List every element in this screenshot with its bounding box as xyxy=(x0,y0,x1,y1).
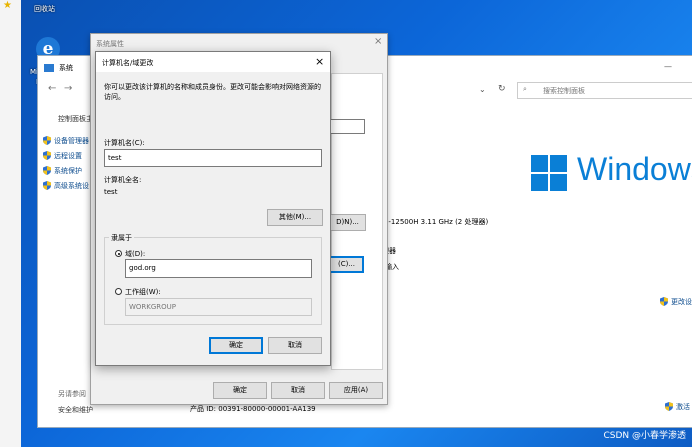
minimize-icon[interactable]: — xyxy=(664,62,672,71)
ok-button[interactable]: 确定 xyxy=(209,337,263,354)
sidebar-item-label: 远程设置 xyxy=(54,152,82,160)
computer-name-input[interactable]: test xyxy=(104,149,322,167)
product-id: 产品 ID: 00391-80000-00001-AA139 xyxy=(190,405,316,413)
activate-link[interactable]: 激活 xyxy=(665,402,690,412)
back-arrow-icon[interactable]: ← xyxy=(48,83,56,94)
sidebar-item-remote[interactable]: 远程设置 xyxy=(43,151,82,161)
cpu-info: i5-12500H 3.11 GHz (2 处理器) xyxy=(382,218,489,226)
sidebar-item-advanced[interactable]: 高级系统设 xyxy=(43,181,89,191)
forward-arrow-icon[interactable]: → xyxy=(64,83,72,94)
security-link[interactable]: 安全和维护 xyxy=(58,405,93,415)
change-button[interactable]: (C)... xyxy=(329,256,364,273)
windows-logo-icon xyxy=(531,155,568,191)
shield-icon xyxy=(665,402,673,411)
search-placeholder: 搜索控制面板 xyxy=(543,87,585,95)
computer-name-dialog: 计算机名/域更改 × 你可以更改该计算机的名称和成员身份。更改可能会影响对网络资… xyxy=(95,51,331,366)
description-field[interactable] xyxy=(329,119,365,134)
domain-radio[interactable] xyxy=(115,250,122,257)
sysprops-ok-button[interactable]: 确定 xyxy=(213,382,267,399)
full-name-label: 计算机全名: xyxy=(104,176,142,184)
shield-icon xyxy=(43,166,51,175)
watermark-text: CSDN @小春学渗透 xyxy=(603,431,686,441)
sidebar-item-protection[interactable]: 系统保护 xyxy=(43,166,82,176)
sysprops-apply-button[interactable]: 应用(A) xyxy=(329,382,383,399)
refresh-icon[interactable]: ↻ xyxy=(498,84,506,94)
windows-brand-text: Windows xyxy=(577,151,692,187)
domain-label: 域(D): xyxy=(125,250,146,258)
system-window-title: 系统 xyxy=(59,64,73,72)
close-icon[interactable]: × xyxy=(315,55,324,68)
sidebar-item-device-manager[interactable]: 设备管理器 xyxy=(43,136,89,146)
see-also-label: 另请参阅 xyxy=(58,390,86,398)
sidebar-item-label: 设备管理器 xyxy=(54,137,89,145)
workgroup-radio[interactable] xyxy=(115,288,122,295)
star-icon: ★ xyxy=(3,0,12,11)
dialog-title: 计算机名/域更改 xyxy=(102,59,154,67)
workgroup-label: 工作组(W): xyxy=(125,288,161,296)
full-name-value: test xyxy=(104,188,118,196)
sysprops-cancel-button[interactable]: 取消 xyxy=(271,382,325,399)
member-of-label: 隶属于 xyxy=(109,233,134,243)
shield-icon xyxy=(43,136,51,145)
change-settings-label: 更改设 xyxy=(671,298,692,306)
more-button[interactable]: 其他(M)... xyxy=(267,209,323,226)
recycle-bin-label[interactable]: 回收站 xyxy=(34,4,55,14)
dialog-description: 你可以更改该计算机的名称和成员身份。更改可能会影响对网络资源的访问。 xyxy=(104,83,321,101)
system-window-icon xyxy=(44,64,54,72)
chevron-down-icon[interactable]: ⌄ xyxy=(479,85,486,94)
search-input[interactable]: ⌕ 搜索控制面板 xyxy=(517,82,692,99)
workgroup-input[interactable]: WORKGROUP xyxy=(125,298,312,316)
shield-icon xyxy=(43,181,51,190)
close-icon[interactable]: × xyxy=(374,36,382,47)
search-icon: ⌕ xyxy=(523,85,527,93)
computer-name-label: 计算机名(C): xyxy=(104,139,145,147)
shield-icon xyxy=(660,297,668,306)
left-panel xyxy=(0,0,21,447)
cancel-button[interactable]: 取消 xyxy=(268,337,322,354)
domain-input[interactable]: god.org xyxy=(125,259,312,278)
activate-label: 激活 xyxy=(676,403,690,411)
system-properties-title: 系统属性 xyxy=(96,40,124,48)
sidebar-title[interactable]: 控制面板主 xyxy=(58,114,93,124)
sidebar-item-label: 高级系统设 xyxy=(54,182,89,190)
change-settings-link[interactable]: 更改设 xyxy=(660,297,692,307)
sidebar-item-label: 系统保护 xyxy=(54,167,82,175)
id-button[interactable]: D)N)... xyxy=(329,214,366,231)
shield-icon xyxy=(43,151,51,160)
